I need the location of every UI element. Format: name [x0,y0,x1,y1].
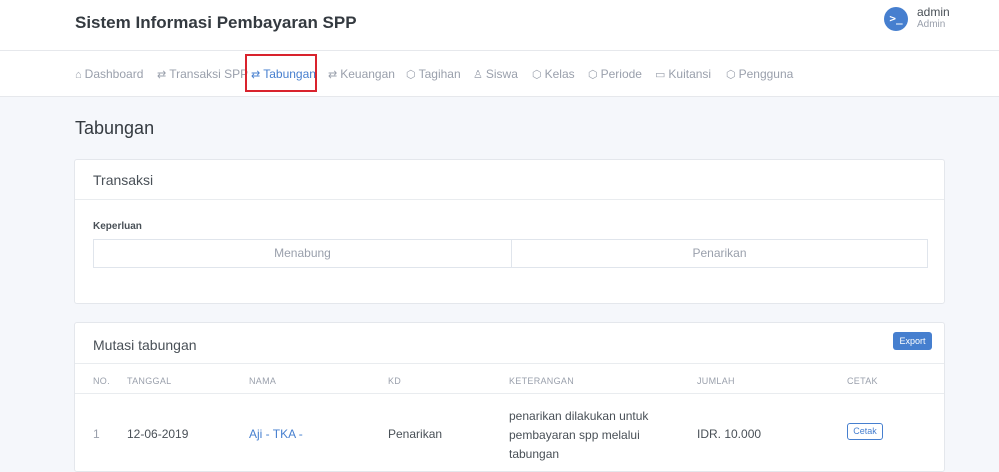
user-name[interactable]: admin [917,5,950,19]
mutasi-card: Mutasi tabungan Export NO. TANGGAL NAMA … [74,322,945,472]
cell-no: 1 [93,427,100,441]
nav-item-label: Kuitansi [668,67,712,81]
column-header-kd[interactable]: KD [388,376,401,386]
transaksi-card: Transaksi Keperluan Menabung Penarikan [74,159,945,304]
column-header-no: NO. [93,376,110,386]
card-header: Transaksi [75,160,944,200]
card-title: Mutasi tabungan [93,337,197,353]
keperluan-label: Keperluan [93,221,142,232]
nav-item-siswa[interactable]: ♙ Siswa [473,67,518,81]
box-icon: ⬡ [532,69,542,81]
card-title: Transaksi [93,172,154,188]
export-button[interactable]: Export [893,332,932,350]
nav-item-pengguna[interactable]: ⬡ Pengguna [726,67,793,81]
menabung-option[interactable]: Menabung [93,239,512,268]
cell-keterangan: penarikan dilakukan untuk pembayaran spp… [509,409,649,461]
top-header: Sistem Informasi Pembayaran SPP >_ admin… [0,0,999,51]
nav-item-label: Dashboard [84,67,144,81]
nav-item-keuangan[interactable]: ⇄ Keuangan [328,67,395,81]
box-icon: ⬡ [588,69,598,81]
card-header: Mutasi tabungan Export [75,323,944,364]
nav-item-kuitansi[interactable]: ▭ Kuitansi [655,67,711,81]
nav-item-kelas[interactable]: ⬡ Kelas [532,67,575,81]
nav-item-dashboard[interactable]: ⌂ Dashboard [75,67,143,81]
column-header-tanggal[interactable]: TANGGAL [127,376,171,386]
folder-icon: ▭ [655,69,666,81]
exchange-icon: ⇄ [157,69,167,81]
terminal-icon[interactable]: >_ [884,7,908,31]
box-icon: ⬡ [406,69,416,81]
nav-item-label: Periode [600,67,642,81]
nav-item-label: Pengguna [738,67,794,81]
cetak-button[interactable]: Cetak [847,423,883,440]
column-header-cetak: CETAK [847,376,878,386]
nav-item-label: Tagihan [418,67,461,81]
penarikan-option[interactable]: Penarikan [511,239,928,268]
box-icon: ⬡ [726,69,736,81]
column-header-nama[interactable]: NAMA [249,376,276,386]
cell-kd: Penarikan [388,427,443,441]
cell-tanggal: 12-06-2019 [127,427,189,441]
main-nav: ⌂ Dashboard ⇄ Transaksi SPP ⇄ Tabungan ⇄ Keu… [0,51,999,97]
column-header-jumlah[interactable]: JUMLAH [697,376,735,386]
nav-item-label: Kelas [544,67,575,81]
users-icon: ♙ [473,69,483,81]
column-header-keterangan[interactable]: KETERANGAN [509,376,574,386]
cell-nama-link[interactable]: Aji - TKA - [249,427,303,441]
user-role: Admin [917,19,946,30]
nav-item-label: Keuangan [340,67,395,81]
exchange-icon: ⇄ [328,69,338,81]
active-tab-highlight [245,54,317,92]
nav-item-label: Transaksi SPP [169,67,249,81]
page-title: Tabungan [75,118,155,138]
nav-item-periode[interactable]: ⬡ Periode [588,67,642,81]
nav-item-label: Siswa [485,67,518,81]
cell-jumlah: IDR. 10.000 [697,427,762,441]
nav-item-tagihan[interactable]: ⬡ Tagihan [406,67,461,81]
nav-item-transaksi-spp[interactable]: ⇄ Transaksi SPP [157,67,248,81]
app-title[interactable]: Sistem Informasi Pembayaran SPP [75,13,357,33]
home-icon: ⌂ [75,69,82,81]
table-header-divider [75,393,944,394]
